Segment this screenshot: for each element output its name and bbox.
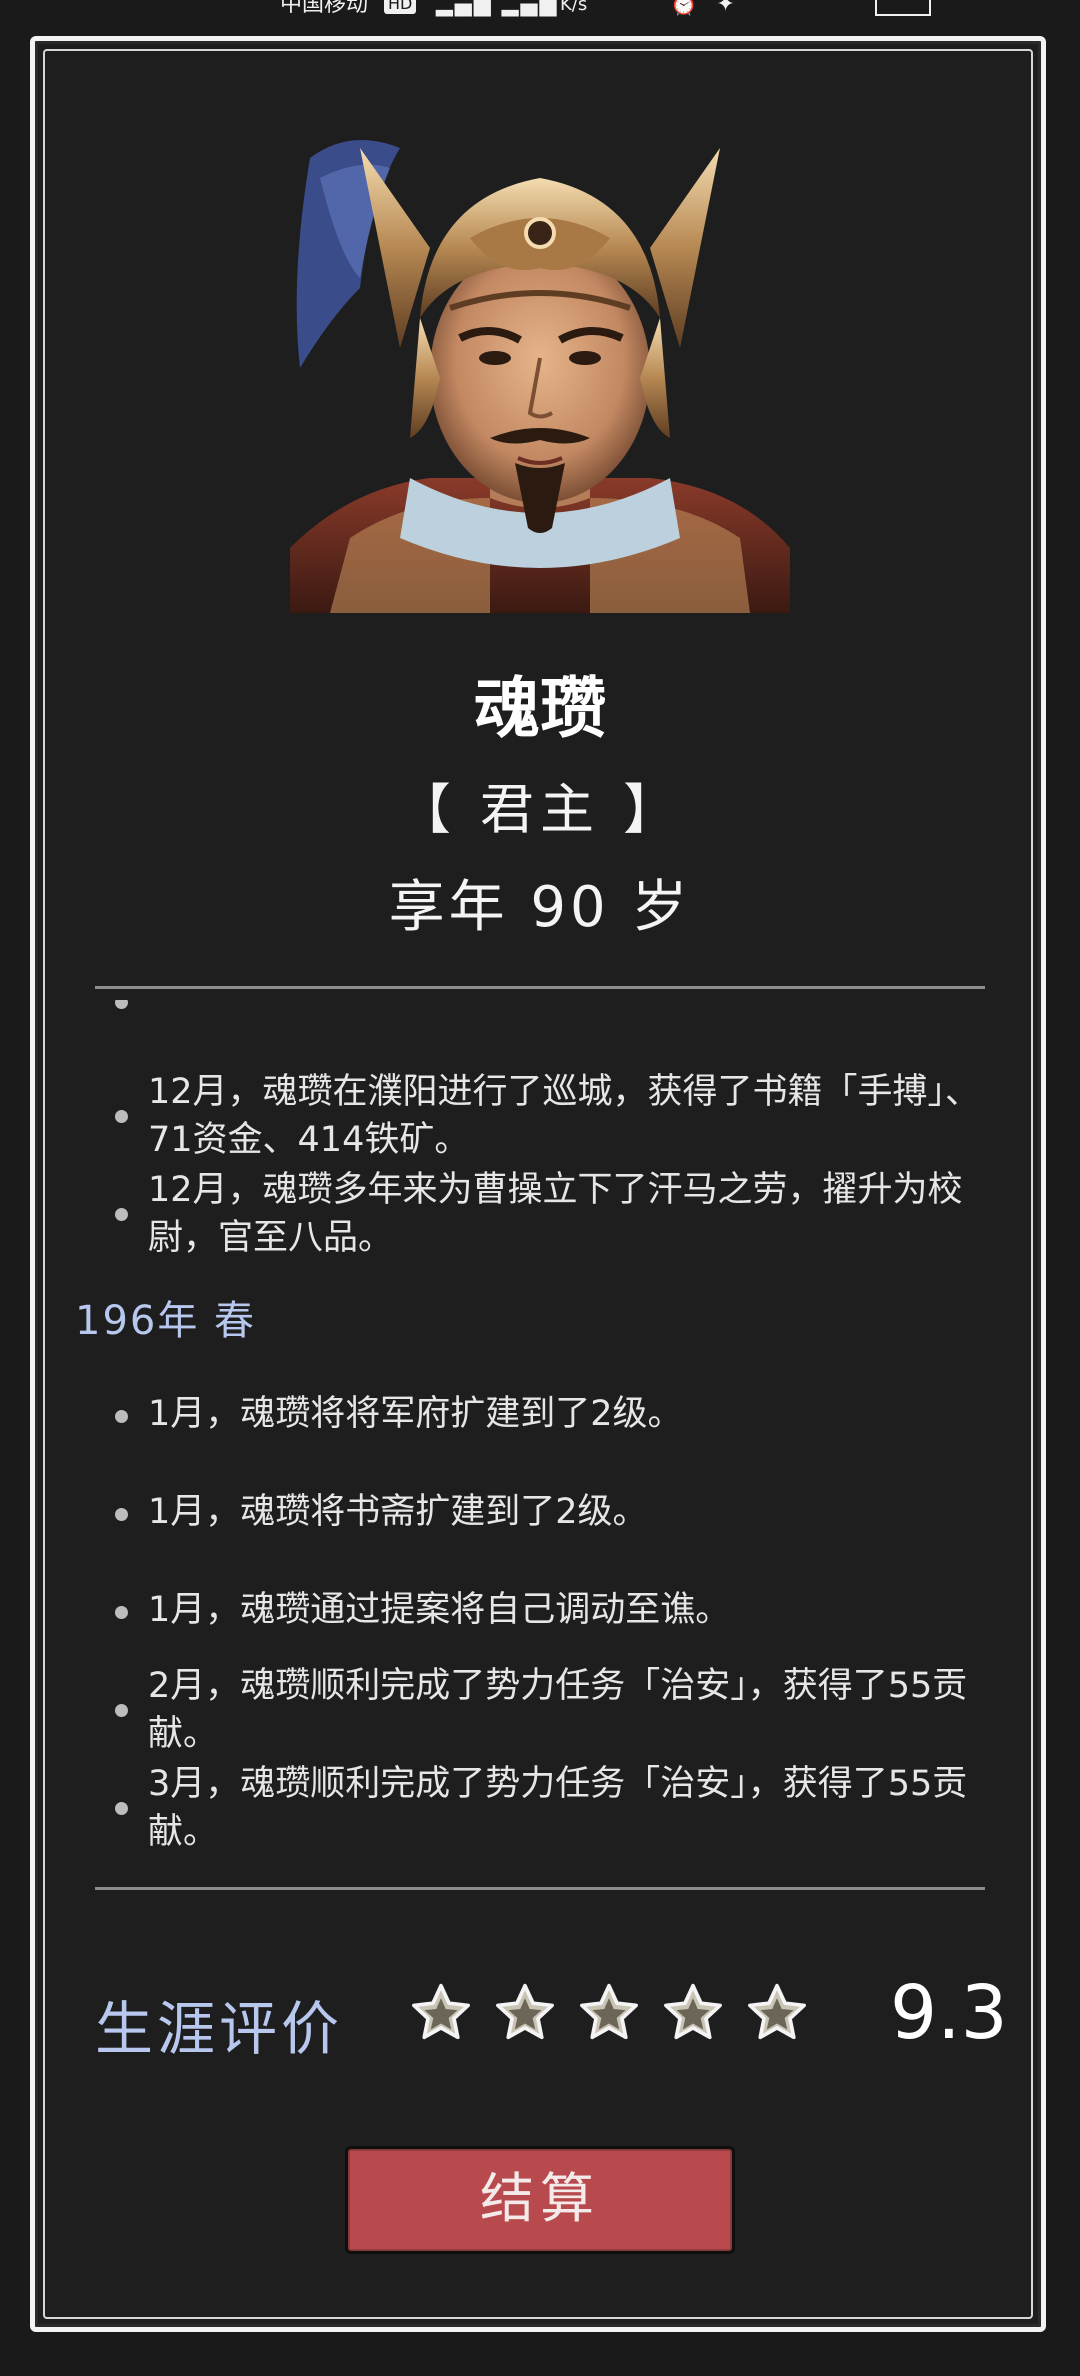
log-text: 12月，魂瓒在濮阳进行了巡城，获得了书籍「手搏」、71资金、414铁矿。 [148,1072,981,1160]
status-bar: 中国移动 HD ▂▄▆ ▂▄▆ K/s ⏰ ✦ [0,0,1080,34]
bullet-dot [115,1208,128,1221]
log-text: 2月，魂瓒顺利完成了势力任务「治安」，获得了55贡献。 [148,1666,968,1754]
divider-top [95,986,985,989]
character-title: 【 君主 】 [396,778,684,841]
character-name: 魂瓒 [474,670,606,747]
bullet-dot [115,1704,128,1717]
log-text: 1月，魂瓒将书斋扩建到了2级。 [148,1492,648,1532]
battery-icon [875,0,931,16]
star-icon [496,1983,554,2040]
bullet-dot [115,1000,128,1009]
event-log[interactable]: 搏」、72资金、448木材。 12月，魂瓒在濮阳进行了巡城，获得了书籍「手搏」、… [70,1000,1010,1880]
bullet-dot [115,1606,128,1619]
settle-button[interactable]: 结算 [345,2146,735,2254]
alarm-icon: ⏰ ✦ [670,0,741,17]
log-text: 搏」、72资金、448木材。 [148,1000,1010,1010]
hd-badge: HD [384,0,417,14]
career-rating-label: 生涯评价 [95,1995,344,2063]
log-text: 12月，魂瓒多年来为曹操立下了汗马之劳，擢升为校尉，官至八品。 [148,1170,963,1258]
bullet-dot [115,1802,128,1815]
network-speed-unit: K/s [560,0,588,15]
character-age: 享年 90 岁 [388,875,692,940]
signal-icon: ▂▄▆ ▂▄▆ [436,0,559,17]
star-icon [664,1983,722,2040]
divider-bottom [95,1887,985,1890]
bullet-dot [115,1410,128,1423]
log-text: 3月，魂瓒顺利完成了势力任务「治安」，获得了55贡献。 [148,1764,968,1852]
star-icon [412,1983,470,2040]
bullet-dot [115,1110,128,1123]
season-header: 196年 春 [75,1298,257,1344]
career-rating-value: 9.3 [890,1970,1008,2056]
star-icon [748,1983,806,2040]
star-icon [580,1983,638,2040]
bullet-dot [115,1508,128,1521]
log-text: 1月，魂瓒将将军府扩建到了2级。 [148,1394,683,1434]
rating-stars [410,1982,830,2052]
carrier-label: 中国移动 [280,0,369,17]
character-portrait [290,140,790,613]
log-text: 1月，魂瓒通过提案将自己调动至谯。 [148,1590,731,1630]
